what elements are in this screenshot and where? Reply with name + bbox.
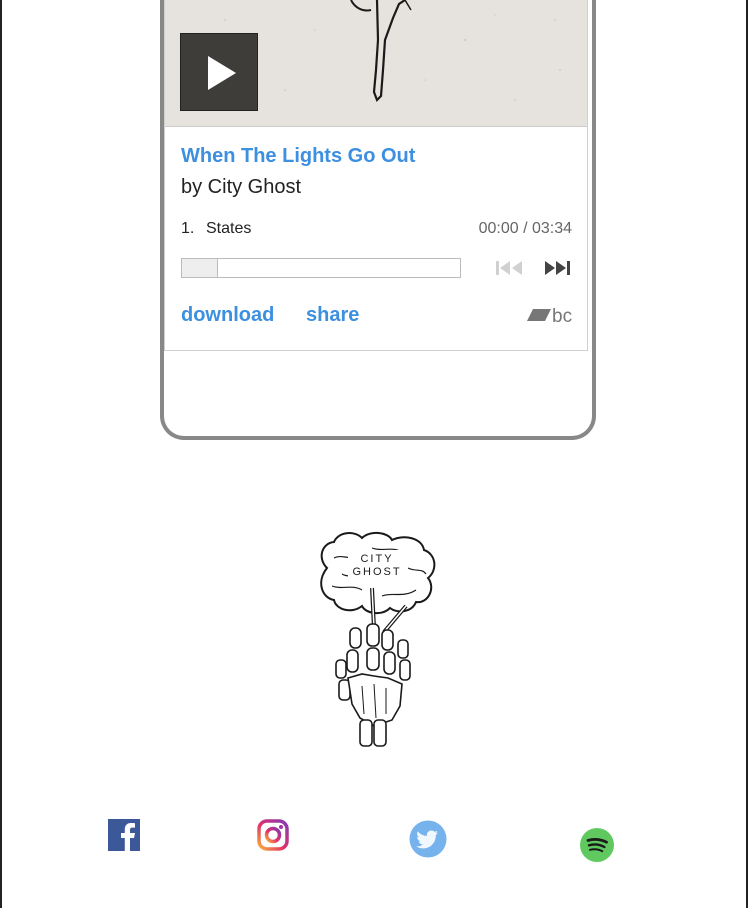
album-art	[165, 0, 587, 127]
track-time: 00:00 / 03:34	[478, 220, 572, 237]
bandcamp-logo-icon[interactable]: bc	[525, 305, 575, 327]
progress-thumb[interactable]	[182, 259, 218, 277]
facebook-icon[interactable]	[108, 819, 140, 851]
progress-bar[interactable]	[181, 258, 461, 278]
next-track-icon[interactable]	[542, 259, 572, 277]
spotify-icon[interactable]	[580, 828, 614, 862]
previous-track-icon	[496, 261, 522, 275]
instagram-icon[interactable]	[257, 819, 289, 851]
play-button[interactable]	[180, 33, 258, 111]
album-title-link[interactable]: When The Lights Go Out	[181, 145, 415, 168]
share-link[interactable]: share	[306, 304, 359, 327]
artist-name: by City Ghost	[181, 176, 302, 198]
logo-line1: CITY	[360, 553, 393, 565]
play-icon	[208, 56, 236, 90]
bandcamp-logo-text: bc	[552, 306, 572, 327]
bandcamp-player: When The Lights Go Out by City Ghost 1. …	[164, 0, 588, 351]
city-ghost-logo: CITY GHOST	[320, 532, 436, 747]
download-link[interactable]: download	[181, 304, 274, 327]
logo-line2: GHOST	[352, 566, 401, 578]
twitter-icon[interactable]	[409, 820, 447, 858]
track-name: States	[206, 220, 252, 237]
track-number: 1.	[181, 220, 195, 237]
